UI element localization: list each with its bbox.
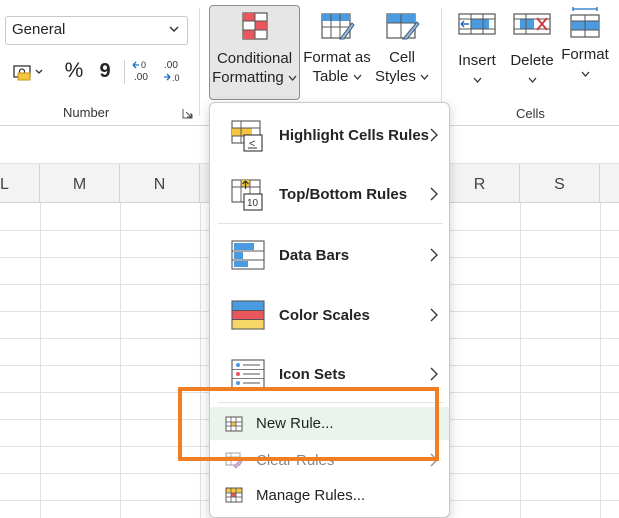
delete-cells-icon [513,13,551,35]
svg-text:0: 0 [141,60,146,70]
conditional-formatting-label-1: Conditional [216,50,293,67]
insert-label: Insert [458,52,496,69]
accounting-icon [13,65,43,81]
delete-label: Delete [510,52,554,69]
percent-icon: % [64,59,84,82]
column-header-s[interactable]: S [520,164,600,203]
menu-item-highlight-cells-rules[interactable]: < Highlight Cells Rules [210,113,449,157]
group-separator [199,8,200,116]
dialog-launcher-icon[interactable] [182,108,193,119]
chevron-right-icon [430,187,438,201]
decrease-decimal-button[interactable]: .00 .0 [160,58,184,84]
chevron-down-icon [420,74,429,80]
divider [124,60,125,84]
highlight-annotation-box [178,387,439,461]
comma-icon: 9 [99,59,111,82]
chevron-right-icon [430,248,438,262]
format-as-table-icon [321,13,355,40]
format-cells-icon [570,7,600,38]
chevron-down-icon [353,74,362,80]
number-group-label: Number [63,105,110,120]
chevron-right-icon [430,308,438,322]
format-button[interactable]: Format [560,6,610,83]
conditional-formatting-icon [241,12,268,40]
chevron-down-icon [288,75,297,81]
insert-cells-icon [458,13,496,35]
column-header-n[interactable]: N [120,164,200,203]
increase-decimal-button[interactable]: 0 .00 [130,58,154,84]
insert-button[interactable]: Insert [452,9,502,89]
accounting-format-button[interactable] [10,58,50,84]
highlight-cells-rules-label: Highlight Cells Rules [279,126,430,144]
top-bottom-icon: 10 [231,179,263,211]
conditional-formatting-label-2: Formatting [210,68,299,87]
color-scales-icon [231,300,265,330]
delete-button[interactable]: Delete [507,9,557,89]
cell-styles-label-1: Cell [389,49,415,66]
cell-styles-label-2: Styles [372,67,432,86]
number-format-dropdown[interactable]: General [5,16,188,45]
conditional-formatting-button[interactable]: Conditional Formatting [209,5,300,100]
menu-item-color-scales[interactable]: Color Scales [210,293,449,337]
icon-sets-icon [231,359,265,389]
menu-item-data-bars[interactable]: Data Bars [210,233,449,277]
chevron-down-icon [169,26,179,33]
number-format-value: General [12,21,66,38]
top-bottom-rules-label: Top/Bottom Rules [279,185,408,203]
svg-text:.00: .00 [164,60,178,71]
svg-text:.00: .00 [134,72,148,83]
menu-item-top-bottom-rules[interactable]: 10 Top/Bottom Rules [210,172,449,216]
cell-styles-icon [386,13,420,40]
svg-text:.0: .0 [172,73,180,83]
decrease-decimal-icon: .00 .0 [164,60,180,83]
chevron-right-icon [430,367,438,381]
percent-style-button[interactable]: % [60,58,88,84]
highlight-cells-icon: < [231,120,263,152]
chevron-down-icon [581,71,589,77]
cells-group-label: Cells [516,106,545,121]
group-separator [441,8,442,116]
increase-decimal-icon: 0 .00 [132,60,148,83]
chevron-down-icon [473,77,481,83]
cell-styles-button[interactable]: Cell Styles [372,9,432,86]
menu-item-manage-rules[interactable]: Manage Rules... [210,480,449,510]
chevron-down-icon [528,77,536,83]
svg-text:10: 10 [247,198,259,209]
manage-rules-icon [225,487,243,503]
icon-sets-label: Icon Sets [279,365,346,383]
format-as-table-label-2: Table [302,67,372,86]
format-label: Format [561,46,609,63]
column-header-l[interactable]: L [0,164,40,203]
format-as-table-label-1: Format as [303,49,371,66]
manage-rules-label: Manage Rules... [256,486,366,504]
column-header-m[interactable]: M [40,164,120,203]
data-bars-icon [231,240,265,270]
format-as-table-button[interactable]: Format as Table [302,9,372,86]
menu-separator [218,223,443,224]
color-scales-label: Color Scales [279,306,370,324]
column-header-r[interactable]: R [440,164,520,203]
chevron-right-icon [430,128,438,142]
comma-style-button[interactable]: 9 [94,58,116,84]
data-bars-label: Data Bars [279,246,350,264]
